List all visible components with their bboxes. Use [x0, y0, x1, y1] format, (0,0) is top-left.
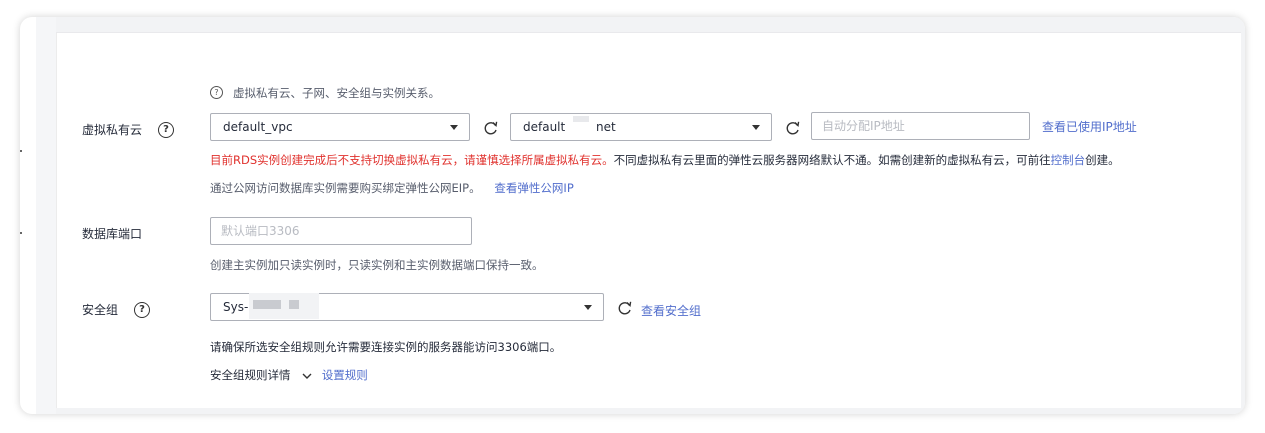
security-rules-detail-toggle[interactable]: 安全组规则详情: [210, 368, 291, 382]
vpc-label: 虚拟私有云: [82, 123, 143, 137]
security-group-value: Sys-: [223, 300, 249, 314]
vpc-info-text-end: 创建。: [1085, 153, 1120, 167]
redacted-block: [573, 116, 589, 122]
right-edge: [1241, 32, 1245, 412]
view-security-group-link[interactable]: 查看安全组: [641, 302, 701, 319]
ip-address-placeholder: 自动分配IP地址: [822, 119, 905, 133]
form-card: ? 虚拟私有云、子网、安全组与实例关系。 虚拟私有云 ? default_vpc…: [20, 17, 1245, 414]
question-circle-icon[interactable]: ?: [158, 122, 174, 138]
subnet-select[interactable]: default net: [510, 113, 772, 141]
bottom-edge: [56, 408, 1245, 414]
ip-address-input[interactable]: 自动分配IP地址: [811, 112, 1030, 140]
db-port-input[interactable]: 默认端口3306: [210, 217, 472, 245]
top-edge: [56, 17, 1245, 33]
chevron-down-icon[interactable]: [302, 372, 312, 380]
console-link[interactable]: 控制台: [1051, 153, 1086, 167]
vpc-warning-text: 目前RDS实例创建完成后不支持切换虚拟私有云，请谨慎选择所属虚拟私有云。: [210, 153, 614, 167]
eip-line: 通过公网访问数据库实例需要购买绑定弹性公网EIP。 查看弹性公网IP: [210, 180, 574, 196]
subnet-select-value-start: default: [523, 120, 566, 134]
vpc-select-value: default_vpc: [223, 120, 293, 134]
vpc-relation-hint: 虚拟私有云、子网、安全组与实例关系。: [233, 86, 440, 100]
edge-mark: [20, 232, 22, 234]
caret-down-icon: [584, 305, 592, 310]
view-eip-link[interactable]: 查看弹性公网IP: [494, 181, 573, 195]
security-group-select[interactable]: Sys-: [210, 293, 604, 321]
view-used-ip-link[interactable]: 查看已使用IP地址: [1042, 118, 1137, 135]
security-group-note: 请确保所选安全组规则允许需要连接实例的服务器能访问3306端口。: [210, 340, 562, 354]
refresh-icon[interactable]: [785, 120, 801, 136]
caret-down-icon: [752, 125, 760, 130]
security-group-label: 安全组: [82, 303, 119, 317]
subnet-select-value-end: net: [596, 120, 616, 134]
redacted-block: [289, 300, 299, 309]
refresh-icon[interactable]: [483, 120, 499, 136]
set-rules-link[interactable]: 设置规则: [322, 368, 368, 382]
security-rules-row: 安全组规则详情 设置规则: [210, 367, 368, 383]
left-sidebar-edge: [36, 17, 57, 414]
redacted-block: [253, 300, 281, 309]
caret-down-icon: [450, 125, 458, 130]
edge-mark: [20, 150, 22, 152]
db-port-placeholder: 默认端口3306: [221, 224, 300, 238]
eip-text: 通过公网访问数据库实例需要购买绑定弹性公网EIP。: [210, 181, 481, 195]
refresh-icon[interactable]: [617, 300, 633, 316]
vpc-warning-line: 目前RDS实例创建完成后不支持切换虚拟私有云，请谨慎选择所属虚拟私有云。不同虚拟…: [210, 152, 1120, 168]
question-circle-icon[interactable]: ?: [210, 86, 223, 99]
vpc-info-text: 不同虚拟私有云里面的弹性云服务器网络默认不通。如需创建新的虚拟私有云，可前往: [613, 153, 1051, 167]
db-port-hint: 创建主实例加只读实例时，只读实例和主实例数据端口保持一致。: [210, 258, 544, 272]
db-port-label: 数据库端口: [82, 227, 143, 241]
question-circle-icon[interactable]: ?: [134, 302, 150, 318]
vpc-select[interactable]: default_vpc: [210, 113, 470, 141]
